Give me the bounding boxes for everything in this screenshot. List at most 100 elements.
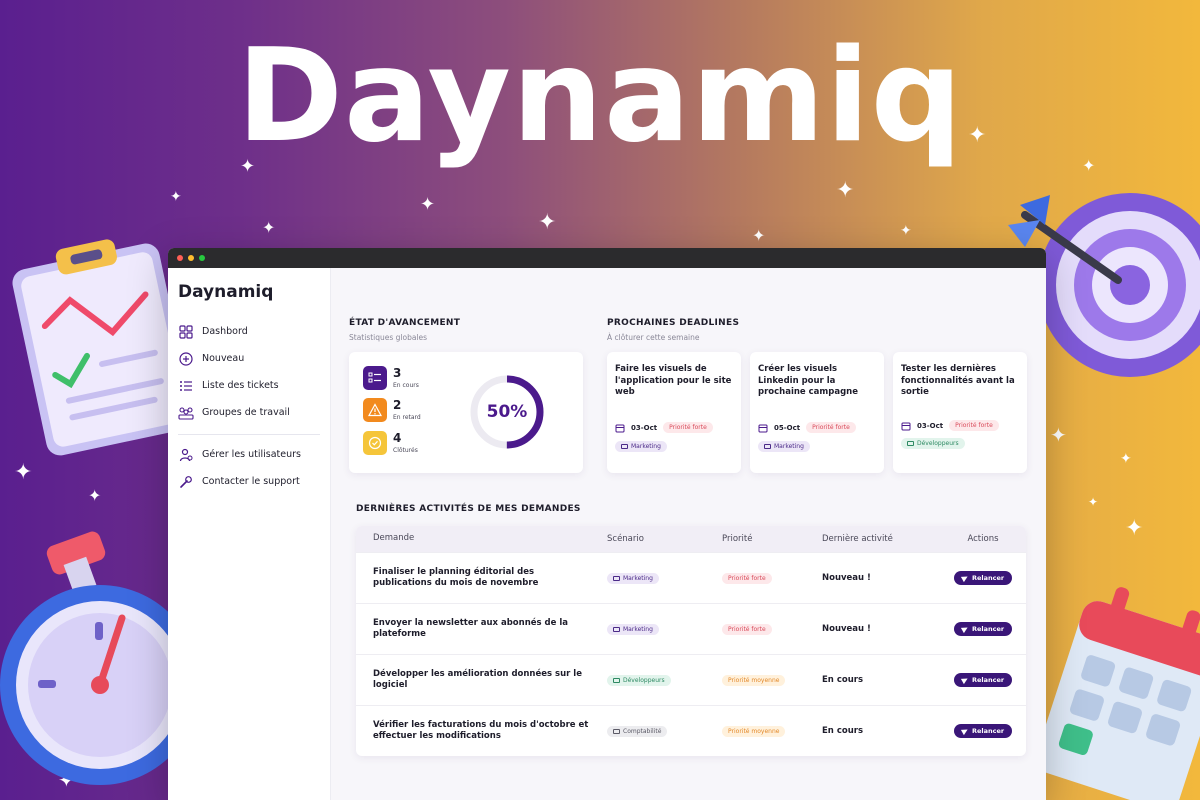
status-card: 3 En cours 2 En retard 4 Clôturés 50%: [349, 352, 583, 473]
briefcase-icon: [907, 441, 914, 446]
priority-badge: Priorité forte: [663, 422, 713, 433]
activities-section: DERNIÈRES ACTIVITÉS DE MES DEMANDES Dema…: [356, 504, 1026, 756]
sparkle-icon: ✦: [170, 189, 182, 205]
deadline-card[interactable]: Faire les visuels de l'application pour …: [607, 352, 741, 473]
deadline-card[interactable]: Créer les visuels Linkedin pour la proch…: [750, 352, 884, 473]
priority-badge: Priorité forte: [806, 422, 856, 433]
sidebar-item-label: Groupes de travail: [202, 407, 290, 418]
wrench-icon: [178, 474, 194, 490]
briefcase-icon: [621, 444, 628, 449]
stat-label: En retard: [393, 414, 421, 421]
briefcase-icon: [613, 728, 620, 734]
last-activity: En cours: [822, 675, 863, 685]
sidebar-item-manage-users[interactable]: Gérer les utilisateurs: [178, 441, 320, 468]
sparkle-icon: ✦: [752, 226, 766, 245]
sidebar-item-label: Liste des tickets: [202, 380, 279, 391]
sparkle-icon: ✦: [1125, 516, 1144, 541]
scenario-badge: Marketing: [615, 441, 667, 452]
sparkle-icon: ✦: [240, 156, 256, 177]
column-header: Priorité: [722, 534, 753, 544]
priority-badge: Priorité forte: [722, 623, 772, 635]
deadline-date: 05-Oct: [774, 423, 801, 432]
scenario-badge: Marketing: [607, 572, 659, 584]
stat-value: 3: [393, 366, 402, 380]
scenario-badge: Marketing: [758, 441, 810, 452]
deadline-date: 03-Oct: [631, 423, 658, 432]
group-icon: [178, 405, 194, 421]
relancer-button[interactable]: Relancer: [953, 724, 1013, 738]
relancer-button[interactable]: Relancer: [953, 673, 1013, 687]
request-title: Finaliser le planning éditorial des publ…: [373, 566, 539, 589]
status-title: ÉTAT D'AVANCEMENT: [349, 318, 461, 328]
deadline-title: Tester les dernières fonctionnalités ava…: [901, 364, 1015, 397]
deadlines-section: PROCHAINES DEADLINES À clôturer cette se…: [607, 318, 1037, 473]
plus-circle-icon: [178, 351, 194, 367]
send-icon: [960, 624, 970, 634]
deadlines-title: PROCHAINES DEADLINES: [607, 318, 740, 328]
table-row[interactable]: Développer les amélioration données sur …: [356, 654, 1026, 705]
scenario-badge: Développeurs: [901, 438, 965, 449]
main-content: ÉTAT D'AVANCEMENT Statistiques globales …: [331, 268, 1046, 800]
priority-badge: Priorité moyenne: [722, 674, 786, 686]
stat-label: Clôturés: [393, 447, 418, 454]
status-subtitle: Statistiques globales: [349, 333, 428, 342]
sparkle-icon: ✦: [420, 194, 436, 215]
check-circle-icon: [363, 431, 387, 455]
sparkle-icon: ✦: [1088, 495, 1099, 509]
deadlines-subtitle: À clôturer cette semaine: [607, 333, 700, 342]
warning-icon: [363, 398, 387, 422]
request-title: Vérifier les facturations du mois d'octo…: [373, 719, 589, 742]
sparkle-icon: ✦: [262, 218, 276, 237]
send-icon: [960, 726, 970, 736]
calendar-icon: [758, 418, 768, 437]
stat-label: En cours: [393, 382, 419, 389]
stat-value: 4: [393, 431, 402, 445]
briefcase-icon: [613, 626, 620, 632]
activities-table: Demande Scénario Priorité Dernière activ…: [356, 526, 1026, 756]
sidebar-item-support[interactable]: Contacter le support: [178, 468, 320, 495]
sidebar-item-label: Nouveau: [202, 353, 245, 364]
stat-in-progress: 3 En cours: [363, 366, 419, 390]
clipboard-chart-illustration: [12, 239, 194, 456]
stat-closed: 4 Clôturés: [363, 431, 418, 455]
app-logo: Daynamiq: [178, 282, 274, 302]
sidebar-item-groups[interactable]: Groupes de travail: [178, 399, 320, 426]
window-maximize-button[interactable]: [199, 255, 205, 261]
table-row[interactable]: Vérifier les facturations du mois d'octo…: [356, 705, 1026, 756]
deadline-card[interactable]: Tester les dernières fonctionnalités ava…: [893, 352, 1027, 473]
sparkle-icon: ✦: [1050, 423, 1067, 447]
hero-title: Daynamiq: [236, 22, 964, 171]
table-row[interactable]: Envoyer la newsletter aux abonnés de la …: [356, 603, 1026, 654]
sidebar-divider: [178, 434, 320, 435]
briefcase-icon: [764, 444, 771, 449]
scenario-badge: Développeurs: [607, 674, 671, 686]
status-section: ÉTAT D'AVANCEMENT Statistiques globales …: [349, 318, 585, 473]
last-activity: Nouveau !: [822, 573, 871, 583]
priority-badge: Priorité moyenne: [722, 725, 786, 737]
request-title: Envoyer la newsletter aux abonnés de la …: [373, 617, 568, 640]
calendar-illustration: [1035, 587, 1200, 800]
window-close-button[interactable]: [177, 255, 183, 261]
relancer-button[interactable]: Relancer: [953, 622, 1013, 636]
sidebar-item-label: Dashbord: [202, 326, 248, 337]
window-titlebar: [168, 248, 1046, 268]
deadline-title: Faire les visuels de l'application pour …: [615, 364, 732, 397]
sidebar-item-label: Contacter le support: [202, 476, 300, 487]
priority-badge: Priorité forte: [722, 572, 772, 584]
request-title: Développer les amélioration données sur …: [373, 668, 582, 691]
sidebar-item-dashboard[interactable]: Dashbord: [178, 318, 320, 345]
relancer-button[interactable]: Relancer: [953, 571, 1013, 585]
last-activity: En cours: [822, 726, 863, 736]
deadline-date: 03-Oct: [917, 421, 944, 430]
sidebar-item-new[interactable]: Nouveau: [178, 345, 320, 372]
send-icon: [960, 675, 970, 685]
table-row[interactable]: Finaliser le planning éditorial des publ…: [356, 552, 1026, 603]
table-header: Demande Scénario Priorité Dernière activ…: [356, 526, 1026, 552]
window-minimize-button[interactable]: [188, 255, 194, 261]
deadline-title: Créer les visuels Linkedin pour la proch…: [758, 364, 858, 397]
sidebar-item-tickets[interactable]: Liste des tickets: [178, 372, 320, 399]
calendar-icon: [615, 418, 625, 437]
column-header: Dernière activité: [822, 534, 893, 544]
app-window: Daynamiq Dashbord Nouveau Liste des tick…: [168, 248, 1046, 800]
list-icon: [178, 378, 194, 394]
